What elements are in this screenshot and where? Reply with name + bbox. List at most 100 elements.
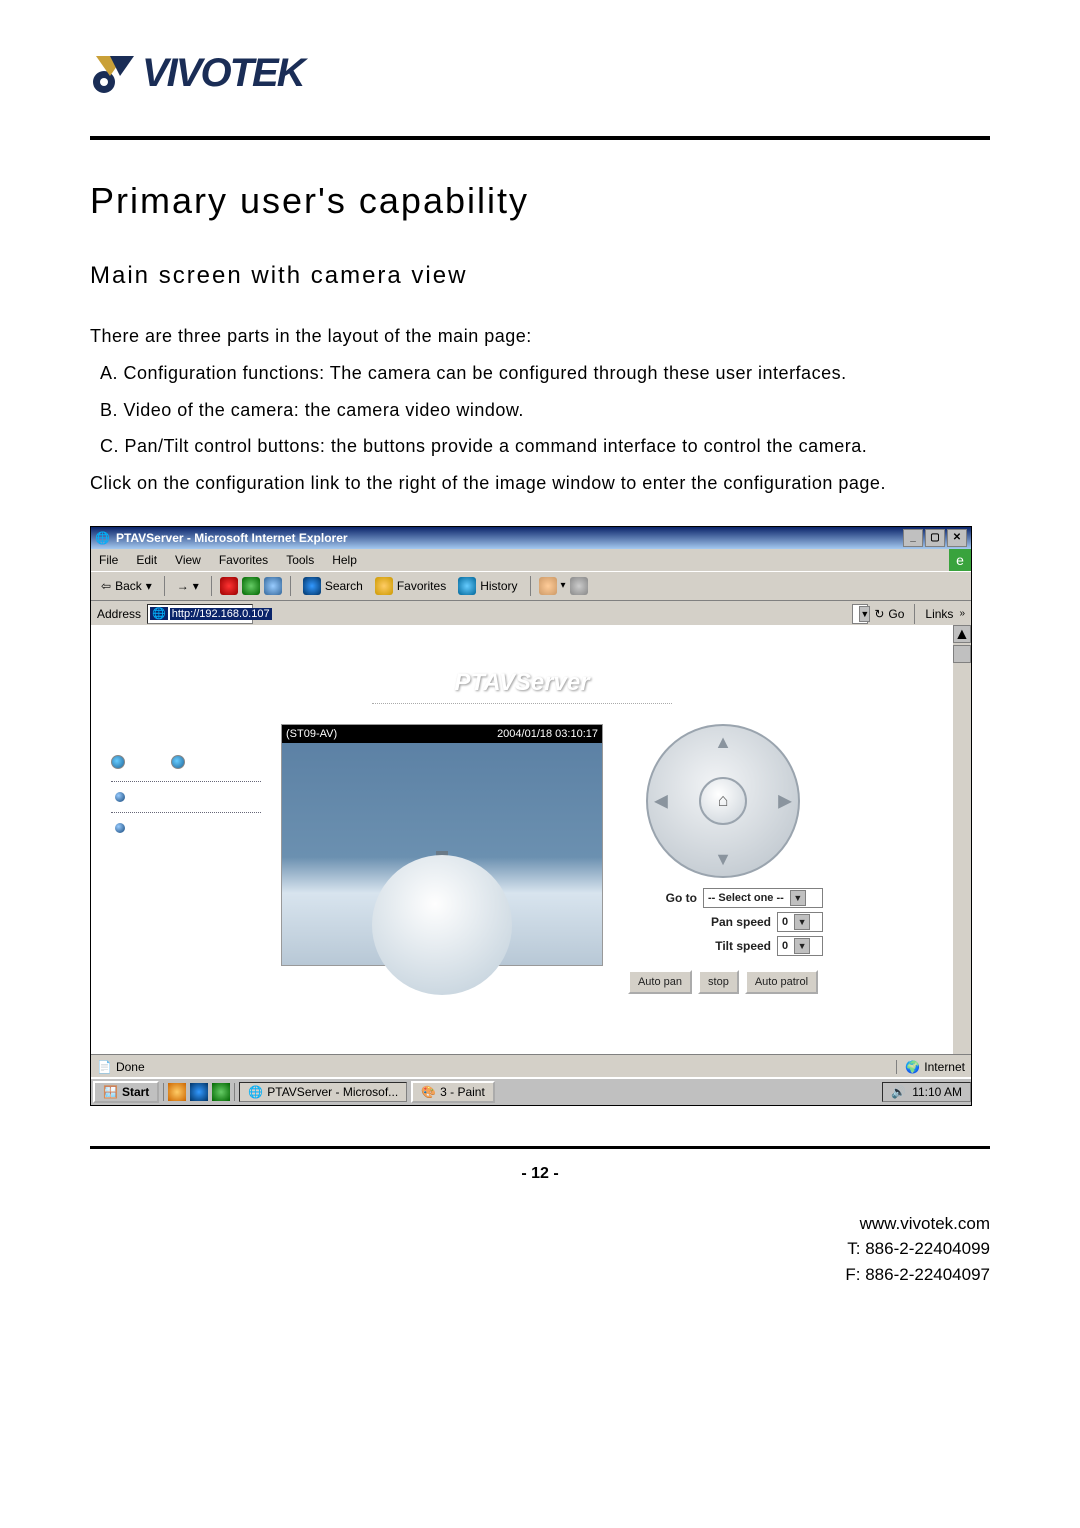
ie-throbber-icon: e	[949, 549, 971, 571]
address-dropdown[interactable]: ▼	[852, 604, 868, 624]
stop-icon[interactable]	[220, 577, 238, 595]
chevron-down-icon: ▾	[193, 579, 199, 593]
app-title: PTAVServer	[91, 669, 953, 704]
go-button[interactable]: ↻ Go	[874, 607, 904, 621]
chevron-down-icon: ▼	[790, 890, 806, 906]
back-label: Back	[115, 579, 142, 593]
favorites-label: Favorites	[397, 579, 446, 593]
pan-speed-select[interactable]: 0▼	[777, 912, 823, 932]
pan-right-button[interactable]: ▶	[778, 790, 792, 811]
minimize-button[interactable]: _	[903, 529, 923, 547]
vertical-scrollbar[interactable]: ▲	[952, 625, 971, 1065]
search-icon	[303, 577, 321, 595]
chevron-down-icon: ▾	[146, 579, 152, 593]
go-label: Go	[888, 607, 904, 621]
tilt-up-button[interactable]: ▲	[714, 732, 732, 753]
ie-logo-icon: 🌐	[95, 531, 110, 545]
tray-icon[interactable]: 🔊	[891, 1085, 906, 1099]
mail-icon[interactable]	[539, 577, 557, 595]
footer-fax: F: 886-2-22404097	[90, 1262, 990, 1288]
maximize-button[interactable]: ▢	[925, 529, 945, 547]
close-button[interactable]: ✕	[947, 529, 967, 547]
radio-on[interactable]	[111, 755, 125, 769]
home-button[interactable]: ⌂	[699, 777, 747, 825]
windows-logo-icon: 🪟	[103, 1085, 118, 1099]
tilt-speed-label: Tilt speed	[715, 939, 771, 953]
clock: 11:10 AM	[912, 1085, 962, 1099]
search-button[interactable]: Search	[299, 575, 367, 597]
right-panel: ▲ ▼ ◀ ▶ ⌂ Go to -- Select one --▼ Pan sp…	[623, 724, 823, 994]
goto-label: Go to	[666, 891, 697, 905]
favorites-button[interactable]: Favorites	[371, 575, 450, 597]
address-input[interactable]: 🌐http://192.168.0.107	[147, 604, 253, 624]
taskbar-item-paint[interactable]: 🎨3 - Paint	[411, 1081, 495, 1103]
menu-tools[interactable]: Tools	[286, 553, 314, 567]
tilt-down-button[interactable]: ▼	[714, 849, 732, 870]
section-heading: Main screen with camera view	[90, 262, 990, 290]
home-icon[interactable]	[264, 577, 282, 595]
configuration-label: Configuration	[133, 821, 212, 835]
zone-label: Internet	[924, 1060, 965, 1074]
footer-tel: T: 886-2-22404099	[90, 1236, 990, 1262]
goto-select[interactable]: -- Select one --▼	[703, 888, 823, 908]
page-heading: Primary user's capability	[90, 180, 990, 222]
scroll-up-button[interactable]: ▲	[953, 625, 971, 643]
start-button[interactable]: 🪟 Start	[93, 1081, 159, 1103]
history-button[interactable]: History	[454, 575, 521, 597]
start-label: Start	[122, 1085, 149, 1099]
intro-text: There are three parts in the layout of t…	[90, 322, 990, 351]
menu-view[interactable]: View	[175, 553, 201, 567]
taskbar-item-ie[interactable]: 🌐PTAVServer - Microsof...	[239, 1082, 407, 1102]
menu-file[interactable]: File	[99, 553, 118, 567]
client-settings-label: Client Settings	[133, 790, 217, 804]
chevron-down-icon: ▼	[794, 914, 810, 930]
quick-launch-icon[interactable]	[168, 1083, 186, 1101]
chevron-down-icon: ▾	[561, 580, 566, 591]
menu-edit[interactable]: Edit	[136, 553, 157, 567]
embedded-screenshot: 🌐 PTAVServer - Microsoft Internet Explor…	[90, 526, 972, 1106]
logo-text: VIVOTEK	[142, 51, 304, 96]
forward-icon: →	[177, 579, 189, 593]
status-text: Done	[116, 1060, 145, 1074]
footer: www.vivotek.com T: 886-2-22404099 F: 886…	[90, 1211, 990, 1288]
video-overlay-left: (ST09-AV)	[286, 728, 337, 740]
back-button[interactable]: ⇦ Back ▾	[97, 577, 156, 595]
bullet-icon	[115, 792, 125, 802]
left-panel: Digital Output ON OFF Client Settings Co…	[111, 724, 261, 994]
configuration-link[interactable]: Configuration	[111, 812, 261, 843]
quick-launch-icon[interactable]	[212, 1083, 230, 1101]
paint-icon: 🎨	[421, 1085, 436, 1099]
search-label: Search	[325, 579, 363, 593]
refresh-icon[interactable]	[242, 577, 260, 595]
menu-bar: File Edit View Favorites Tools Help e	[91, 549, 971, 571]
back-icon: ⇦	[101, 579, 111, 593]
tilt-speed-select[interactable]: 0▼	[777, 936, 823, 956]
stop-button[interactable]: stop	[698, 970, 739, 994]
page-number: - 12 -	[90, 1165, 990, 1183]
quick-launch-icon[interactable]	[190, 1083, 208, 1101]
links-label[interactable]: Links	[925, 607, 953, 621]
menu-help[interactable]: Help	[332, 553, 357, 567]
go-icon: ↻	[874, 607, 884, 621]
radio-off[interactable]	[171, 755, 185, 769]
forward-button[interactable]: →▾	[173, 577, 203, 595]
separator	[530, 576, 531, 596]
menu-favorites[interactable]: Favorites	[219, 553, 268, 567]
auto-patrol-button[interactable]: Auto patrol	[745, 970, 818, 994]
separator	[290, 576, 291, 596]
windows-taskbar: 🪟 Start 🌐PTAVServer - Microsof... 🎨3 - Pa…	[91, 1077, 971, 1105]
client-settings-link[interactable]: Client Settings	[111, 781, 261, 812]
scroll-thumb[interactable]	[953, 645, 971, 663]
digital-output-label: Digital Output	[111, 730, 261, 745]
header-rule	[90, 136, 990, 140]
internet-zone-icon: 🌍	[905, 1060, 920, 1074]
address-label: Address	[97, 607, 141, 621]
dome-shape	[372, 855, 512, 995]
tilt-speed-value: 0	[782, 940, 788, 952]
print-icon[interactable]	[570, 577, 588, 595]
separator	[164, 576, 165, 596]
camera-video: (ST09-AV) 2004/01/18 03:10:17	[281, 724, 603, 966]
off-label: OFF	[199, 755, 223, 769]
pan-left-button[interactable]: ◀	[654, 790, 668, 811]
auto-pan-button[interactable]: Auto pan	[628, 970, 692, 994]
